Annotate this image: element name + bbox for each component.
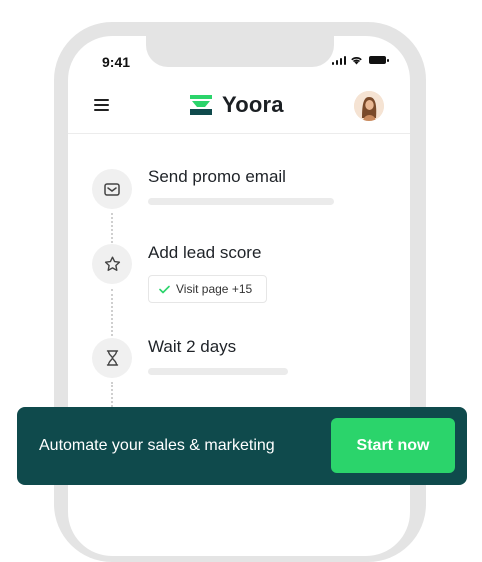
envelope-icon [104,182,120,196]
user-avatar[interactable] [354,91,384,121]
brand-name: Yoora [222,92,284,117]
step-wait-node [92,338,132,378]
avatar-portrait-icon [354,91,384,121]
nav-divider [68,133,410,134]
step-connector [111,213,113,243]
tag-chip: Visit page +15 [148,275,267,303]
step-connector [111,289,113,336]
hamburger-menu-icon[interactable] [94,99,109,114]
step-title: Send promo email [148,167,286,186]
start-now-button[interactable]: Start now [331,418,455,473]
brand: Yoora [190,92,284,118]
step-title: Wait 2 days [148,337,237,356]
cta-text: Automate your sales & marketing [39,437,275,454]
phone-notch [146,36,334,67]
cta-banner: Automate your sales & marketing Start no… [17,407,467,485]
status-icons [331,55,389,65]
placeholder-bar [148,368,288,375]
step-email-node [92,169,132,209]
step-title: Add lead score [148,243,262,262]
signal-icon [331,55,346,65]
wifi-icon [351,57,362,65]
placeholder-bar [148,198,334,205]
step-lead-score-node [92,244,132,284]
tag-chip-label: Visit page +15 [176,282,253,296]
star-icon [104,256,120,271]
status-time: 9:41 [102,54,131,70]
hourglass-icon [106,350,118,366]
battery-icon [369,56,389,64]
checkmark-icon [159,285,170,293]
yoora-logo-icon [190,95,212,115]
